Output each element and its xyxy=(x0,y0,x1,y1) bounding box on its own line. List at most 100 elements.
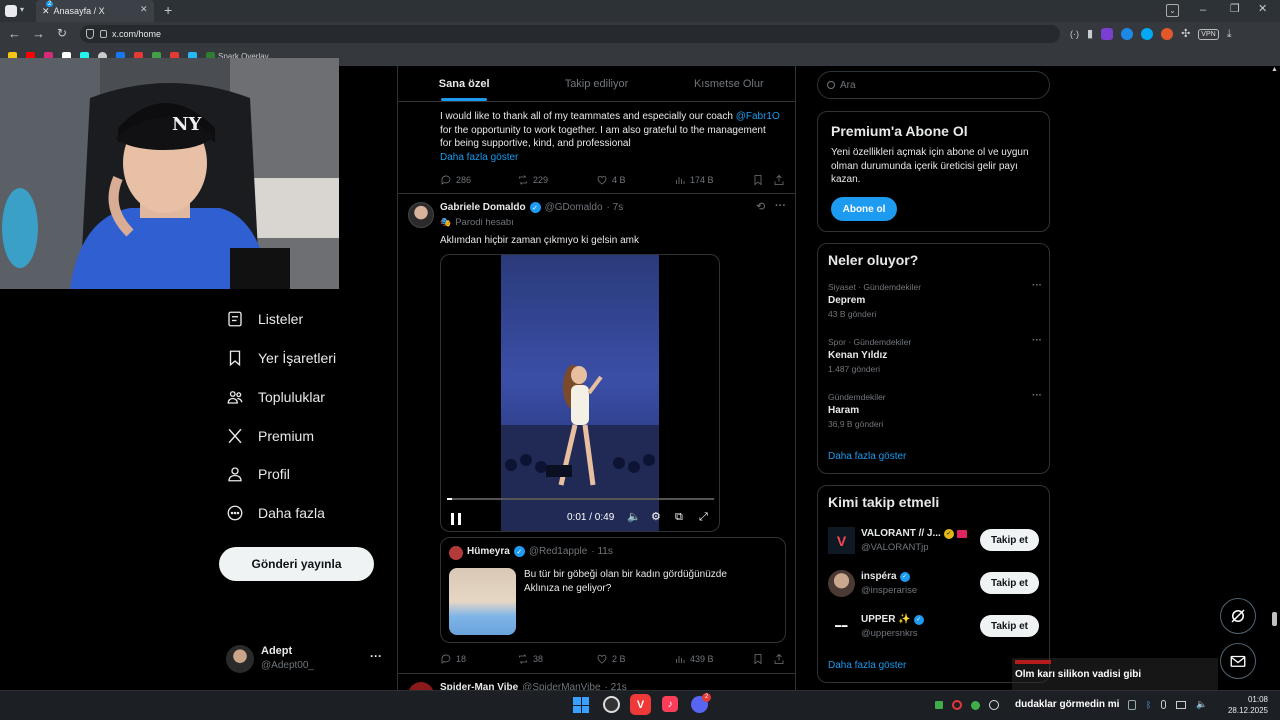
bookmark-button[interactable] xyxy=(752,174,764,186)
quoted-tweet[interactable]: Hümeyra ✓ @Red1apple · 11s Bu tür bir gö… xyxy=(440,537,786,643)
url-field[interactable]: x.com/home xyxy=(80,25,1060,43)
download-icon[interactable]: ⤓ xyxy=(1227,28,1232,40)
views-button[interactable]: 174 B xyxy=(674,174,714,186)
bluetooth-b-icon[interactable]: ᛒ xyxy=(1146,700,1151,710)
pause-icon[interactable] xyxy=(451,513,461,525)
author-name[interactable]: Gabriele Domaldo xyxy=(440,202,526,213)
tweet[interactable]: Spider-Man Vibe @SpiderManVibe · 21s xyxy=(398,674,795,690)
tray-record-icon[interactable] xyxy=(952,700,962,710)
volume-icon[interactable]: 🔈 xyxy=(627,512,641,523)
tray-arrow-icon[interactable] xyxy=(935,701,943,709)
post-button[interactable]: Gönderi yayınla xyxy=(219,547,374,581)
author-handle[interactable]: @SpiderManVibe xyxy=(522,682,600,690)
clock[interactable]: 01:08 28.12.2025 xyxy=(1222,694,1268,716)
reload-icon[interactable]: ↻ xyxy=(57,27,67,39)
extension-4-icon[interactable] xyxy=(1161,28,1174,40)
like-button[interactable]: 4 B xyxy=(596,174,626,186)
music-app-icon[interactable]: ♪ xyxy=(662,696,678,712)
bluetooth-icon[interactable] xyxy=(1128,699,1136,710)
retweet-button[interactable]: 229 xyxy=(517,174,548,186)
trend-more-icon[interactable]: ··· xyxy=(1032,390,1042,401)
volume-tray-icon[interactable]: 🔈 xyxy=(1196,699,1207,710)
tweet-avatar[interactable] xyxy=(408,682,434,690)
follow-button[interactable]: Takip et xyxy=(980,615,1039,637)
new-tab-icon[interactable]: + xyxy=(164,3,172,17)
browser-tab[interactable]: ✕ 2 Anasayfa / X xyxy=(36,0,154,22)
microphone-icon[interactable] xyxy=(1161,700,1167,709)
reader-icon[interactable]: (·) xyxy=(1070,29,1079,39)
follow-show-more-link[interactable]: Daha fazla göster xyxy=(828,660,906,671)
tweet-time[interactable]: · 7s xyxy=(607,202,624,213)
trends-show-more-link[interactable]: Daha fazla göster xyxy=(828,451,906,462)
views-button[interactable]: 439 B xyxy=(674,653,714,665)
close-window-icon[interactable]: ✕ xyxy=(1258,4,1267,15)
extensions-puzzle-icon[interactable]: ✣ xyxy=(1181,28,1190,40)
shield-icon[interactable] xyxy=(86,29,94,39)
reply-button[interactable]: 286 xyxy=(440,174,471,186)
author-handle[interactable]: @GDomaldo xyxy=(545,202,603,213)
search-input[interactable]: Ara xyxy=(817,71,1050,99)
reply-button[interactable]: 18 xyxy=(440,653,466,665)
page-scrollbar[interactable]: ▲ xyxy=(1271,66,1278,686)
nav-bookmarks[interactable]: Yer İşaretleri xyxy=(226,344,336,372)
tab-following[interactable]: Takip ediliyor xyxy=(530,66,662,101)
extension-1-icon[interactable] xyxy=(1101,28,1114,40)
show-more-link[interactable]: Daha fazla göster xyxy=(440,151,790,165)
share-button[interactable] xyxy=(773,653,785,665)
tweet-time[interactable]: · 21s xyxy=(605,682,627,690)
site-info-icon[interactable] xyxy=(100,30,107,38)
minimize-icon[interactable]: – xyxy=(1200,5,1206,16)
trend-item[interactable]: Gündemdekiler Haram 36,9 B gönderi ··· xyxy=(828,390,1042,436)
follow-suggestion[interactable]: inspéra ✓ @insperarise Takip et xyxy=(828,569,1042,599)
bookmark-page-icon[interactable]: ▮ xyxy=(1087,28,1093,40)
tray-status-icon[interactable] xyxy=(971,700,980,710)
like-button[interactable]: 2 B xyxy=(596,653,626,665)
extension-3-icon[interactable] xyxy=(1141,28,1154,40)
tweet[interactable]: Gabriele Domaldo ✓ @GDomaldo · 7s ⟲ ··· … xyxy=(398,194,795,684)
back-icon[interactable]: ← xyxy=(8,27,21,40)
share-button[interactable] xyxy=(773,174,785,186)
network-icon[interactable] xyxy=(1176,700,1187,709)
bookmark-button[interactable] xyxy=(752,653,764,665)
scroll-thumb[interactable] xyxy=(1272,612,1277,626)
trend-more-icon[interactable]: ··· xyxy=(1032,280,1042,291)
tab-list-icon[interactable]: ▾ xyxy=(20,6,24,14)
vpn-badge[interactable]: VPN xyxy=(1198,28,1219,40)
author-name[interactable]: Spider-Man Vibe xyxy=(440,682,518,690)
tab-for-you[interactable]: Sana özel xyxy=(398,66,530,101)
video-progress-track[interactable] xyxy=(447,498,714,500)
nav-more[interactable]: Daha fazla xyxy=(226,499,325,527)
trend-item[interactable]: Spor · Gündemdekiler Kenan Yıldız 1.487 … xyxy=(828,335,1042,381)
maximize-icon[interactable]: ❐ xyxy=(1230,4,1240,15)
obs-icon[interactable] xyxy=(603,696,620,713)
trend-item[interactable]: Siyaset · Gündemdekiler Deprem 43 B gönd… xyxy=(828,280,1042,326)
vivaldi-icon[interactable]: V xyxy=(630,694,651,715)
nav-profile[interactable]: Profil xyxy=(226,460,290,488)
messages-button[interactable] xyxy=(1220,643,1256,679)
tweet-avatar[interactable] xyxy=(408,202,434,228)
grok-icon[interactable]: ⟲ xyxy=(756,202,765,213)
follow-button[interactable]: Takip et xyxy=(980,529,1039,551)
video-player[interactable]: 0:01 / 0:49 🔈 ⚙ ⧉ ⤢ xyxy=(440,254,720,532)
extension-2-icon[interactable] xyxy=(1121,28,1134,40)
nav-lists[interactable]: Listeler xyxy=(226,305,303,333)
tray-steam-icon[interactable] xyxy=(989,700,999,710)
account-more-icon[interactable]: ··· xyxy=(370,649,382,663)
tweet[interactable]: I would like to thank all of my teammate… xyxy=(398,103,795,193)
follow-button[interactable]: Takip et xyxy=(980,572,1039,594)
vivaldi-menu-icon[interactable] xyxy=(5,5,17,17)
follow-suggestion[interactable]: ▬▬ UPPER ✨ ✓ @uppersnkrs Takip et xyxy=(828,612,1042,642)
forward-icon[interactable]: → xyxy=(32,27,45,40)
tab-overflow-icon[interactable]: ⌄ xyxy=(1166,4,1179,17)
tweet-more-icon[interactable]: ··· xyxy=(775,200,786,212)
close-tab-icon[interactable]: ✕ xyxy=(140,5,148,14)
trend-more-icon[interactable]: ··· xyxy=(1032,335,1042,346)
follow-suggestion[interactable]: V VALORANT // J... ✓ @VALORANTjp Takip e… xyxy=(828,526,1042,556)
retweet-button[interactable]: 38 xyxy=(517,653,543,665)
grok-button[interactable] xyxy=(1220,598,1256,634)
scroll-up-icon[interactable]: ▲ xyxy=(1271,66,1278,73)
settings-gear-icon[interactable]: ⚙ xyxy=(651,512,661,523)
pip-icon[interactable]: ⧉ xyxy=(675,512,683,523)
nav-communities[interactable]: Topluluklar xyxy=(226,383,325,411)
nav-premium[interactable]: Premium xyxy=(226,422,314,450)
